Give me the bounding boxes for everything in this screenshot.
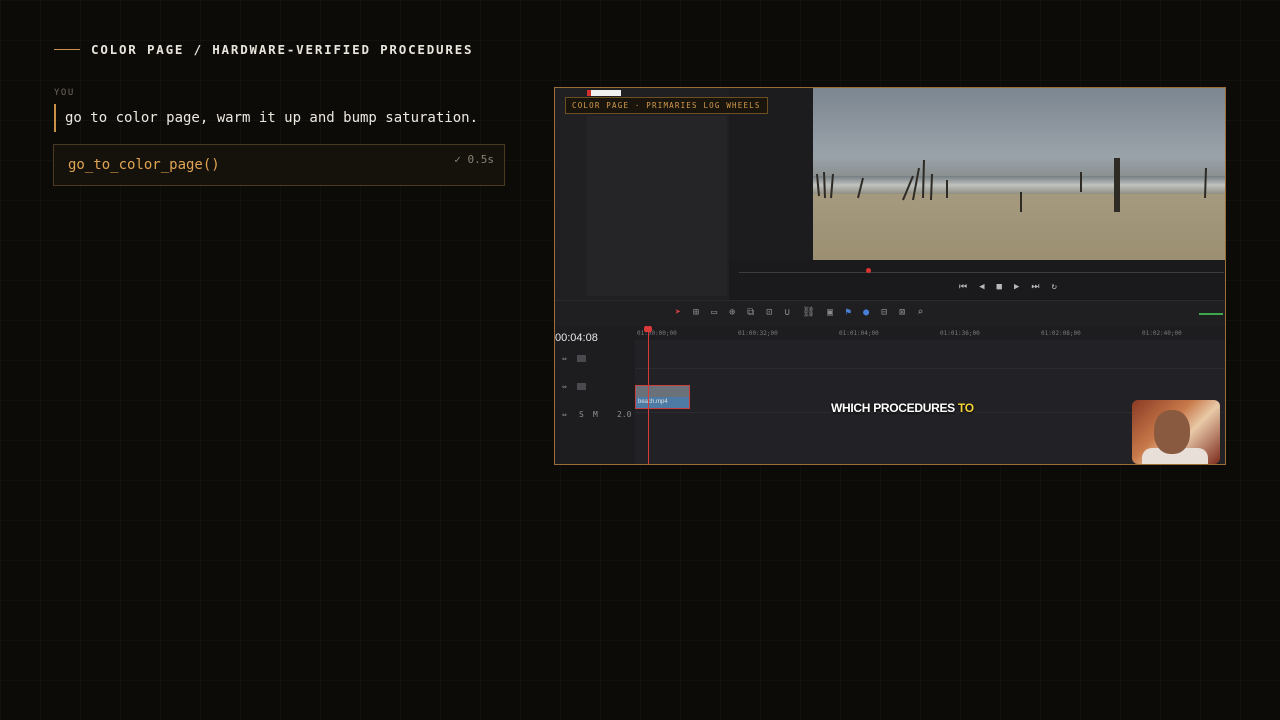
webcam-face [1154,410,1190,454]
viewer-controls: ⏮ ◀ ■ ▶ ⏭ ↻ [729,260,1225,300]
dynamic-trim-icon[interactable]: ⊕ [729,307,735,318]
track-level: 2.0 [617,410,632,419]
caption-highlight: TO [957,401,974,415]
zoom-custom-icon[interactable]: ⌕ [917,307,923,318]
skip-forward-icon[interactable]: ⏭ [1031,282,1039,292]
timeline-toolbar: ➤ ⊞ ▭ ⊕ ⧉ ⊡ ∪ ⛓ ▣ ⚑ ● ⊟ ⊠ ⌕ [555,300,1225,328]
stop-icon[interactable]: ■ [997,282,1002,292]
timeline-clip[interactable]: beach.mp4 [635,385,690,409]
track-handle-icon[interactable]: ⇔ [562,410,567,419]
link-icon[interactable]: ⛓ [802,307,815,318]
ruler-tick: 01:00:32;00 [738,330,778,337]
playhead-line[interactable] [648,326,649,464]
clip-name: beach.mp4 [638,399,668,405]
track-header-v1[interactable]: ⇔ [555,376,635,402]
solo-button[interactable]: S [579,410,584,419]
screenshot-tag: COLOR PAGE · PRIMARIES LOG WHEELS [565,97,768,114]
mute-button[interactable]: M [593,410,598,419]
media-pool-inner [587,116,727,296]
skip-back-icon[interactable]: ⏮ [959,282,967,292]
replace-icon[interactable]: ⊡ [766,307,772,318]
track-toggle[interactable] [577,383,586,390]
loop-icon[interactable]: ↻ [1051,282,1056,292]
play-reverse-icon[interactable]: ◀ [979,282,984,292]
track-header-a1[interactable]: ⇔ S M 2.0 [555,404,635,430]
track-divider [635,368,1225,369]
edit-tools: ➤ ⊞ ▭ ⊕ ⧉ ⊡ ∪ ⛓ ▣ ⚑ ● ⊟ ⊠ ⌕ [675,307,923,318]
viewer-scrubber[interactable] [739,272,1224,273]
tool-call-card[interactable]: go_to_color_page() ✓ 0.5s [53,144,505,186]
ruler-tick: 01:02:08;00 [1041,330,1081,337]
audio-volume-meter[interactable] [1199,313,1223,315]
scrubber-playhead[interactable] [866,268,871,273]
ruler-tick: 01:00:00;00 [637,330,677,337]
resolve-screenshot: COLOR PAGE · PRIMARIES LOG WHEELS ⏮ ◀ ■ … [554,87,1226,465]
pane-marker [587,90,621,96]
track-handle-icon[interactable]: ⇔ [562,382,567,391]
timeline-panel: 00:04:08 01:00:00;00 01:00:32;00 01:01:0… [555,326,1225,464]
media-pool-pane [555,88,729,300]
ruler-tick: 01:02:40;00 [1142,330,1182,337]
ruler-tick: 01:01:04;00 [839,330,879,337]
trim-tool-icon[interactable]: ⊞ [693,307,699,318]
header-rule [54,49,80,50]
caption-text: WHICH PROCEDURES [831,401,955,415]
subtitle-caption: WHICH PROCEDURES TO [831,401,974,415]
play-icon[interactable]: ▶ [1014,282,1019,292]
track-handle-icon[interactable]: ⇔ [562,354,567,363]
flag-icon[interactable]: ⚑ [845,307,851,318]
track-header-v2[interactable]: ⇔ [555,348,635,374]
snapping-icon[interactable]: ∪ [784,307,790,318]
viewer-video-frame [813,88,1225,260]
tool-call-status: ✓ 0.5s [454,153,494,166]
transport-controls: ⏮ ◀ ■ ▶ ⏭ ↻ [959,282,1057,292]
beach-posts-graphic [816,158,1207,212]
page-title: COLOR PAGE / HARDWARE-VERIFIED PROCEDURE… [91,42,474,57]
speaker-label: YOU [54,88,75,98]
zoom-full-icon[interactable]: ⊟ [881,307,887,318]
webcam-overlay [1132,400,1220,464]
timeline-ruler[interactable]: 01:00:00;00 01:00:32;00 01:01:04;00 01:0… [635,326,1225,341]
page-header: COLOR PAGE / HARDWARE-VERIFIED PROCEDURE… [54,42,473,57]
tool-call-name: go_to_color_page() [68,157,220,173]
overwrite-icon[interactable]: ⧉ [747,307,754,318]
ruler-tick: 01:01:36;00 [940,330,980,337]
selection-tool-icon[interactable]: ➤ [675,307,681,318]
track-toggle[interactable] [577,355,586,362]
zoom-detail-icon[interactable]: ⊠ [899,307,905,318]
blade-tool-icon[interactable]: ▭ [711,307,717,318]
lock-icon[interactable]: ▣ [827,307,833,318]
user-message: go to color page, warm it up and bump sa… [54,104,478,132]
marker-icon[interactable]: ● [863,307,869,318]
timeline-timecode: 00:04:08 [555,332,598,344]
